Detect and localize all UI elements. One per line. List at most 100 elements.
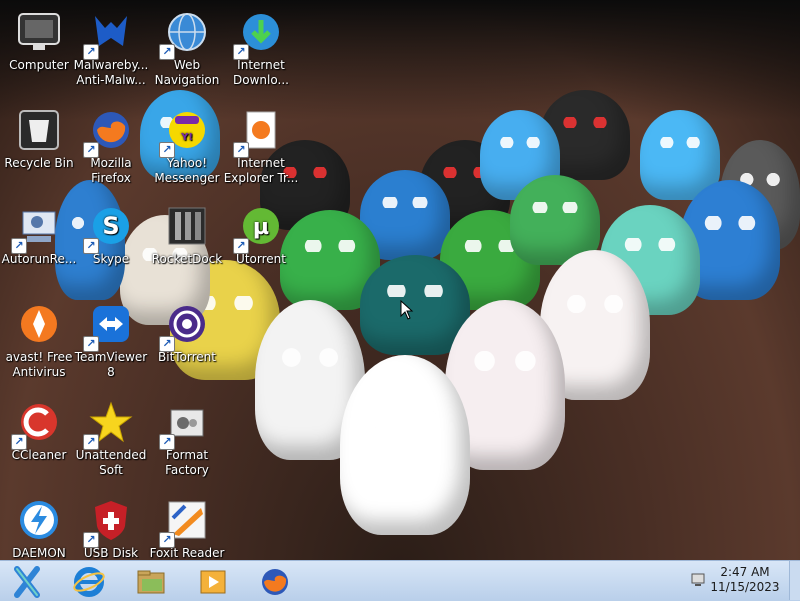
daemon-tools-icon (17, 498, 61, 542)
file-explorer-icon (137, 570, 165, 594)
svg-text:µ: µ (253, 215, 269, 240)
internet-download-manager-icon: ↗ (233, 10, 283, 60)
rocketdock-icon (165, 204, 209, 248)
icon-label: Web Navigation (154, 58, 220, 87)
desktop-icon-internet-explorer-tracking[interactable]: ↗ Internet Explorer Tr... (222, 102, 300, 188)
shortcut-arrow-icon: ↗ (159, 142, 175, 158)
firefox-icon (262, 569, 288, 595)
desktop-icon-teamviewer[interactable]: ↗ TeamViewer 8 (72, 296, 150, 382)
desktop-icon-unattended-soft[interactable]: ↗ Unattended Soft (72, 394, 150, 480)
desktop-icon-rocketdock[interactable]: RocketDock (148, 198, 226, 284)
desktop-icon-ccleaner[interactable]: ↗ CCleaner (0, 394, 78, 480)
icon-label: RocketDock (151, 252, 223, 266)
network-icon[interactable] (690, 572, 706, 588)
teamviewer-icon: ↗ (83, 302, 133, 352)
desktop-wallpaper: Computer Recycle Bin ↗ AutorunRe... avas… (0, 0, 800, 560)
taskbar-file-explorer[interactable] (124, 563, 178, 599)
shortcut-arrow-icon: ↗ (83, 336, 99, 352)
icon-label: DAEMON (12, 546, 66, 560)
icon-label: Malwareby... Anti-Malw... (73, 58, 149, 87)
icon-label: Yahoo! Messenger (154, 156, 220, 185)
desktop-icon-daemon[interactable]: DAEMON (0, 492, 78, 560)
ccleaner-icon: ↗ (11, 400, 61, 450)
desktop-icon-internet-download[interactable]: ↗ Internet Downlo... (222, 4, 300, 90)
avast-icon (17, 302, 61, 346)
usb-disk-security-icon: ↗ (83, 498, 133, 548)
clock-time: 2:47 AM (720, 565, 770, 579)
desktop-icon-web-navigation[interactable]: ↗ Web Navigation (148, 4, 226, 90)
svg-text:S: S (102, 212, 119, 240)
yahoo-messenger-icon: Y! ↗ (159, 108, 209, 158)
icon-label: CCleaner (11, 448, 67, 462)
desktop-icon-bittorrent[interactable]: ↗ BitTorrent (148, 296, 226, 382)
taskbar-internet-explorer[interactable] (62, 563, 116, 599)
wallpaper-droid (340, 355, 470, 535)
icon-label: avast! Free Antivirus (5, 350, 73, 379)
desktop-icon-skype[interactable]: S ↗ Skype (72, 198, 150, 284)
desktop-icon-malwarebytes[interactable]: ↗ Malwareby... Anti-Malw... (72, 4, 150, 90)
desktop-icon-utorrent[interactable]: µ ↗ Utorrent (222, 198, 300, 284)
star-icon: ↗ (83, 400, 133, 450)
start-x-icon (14, 566, 40, 598)
icon-label: Utorrent (236, 252, 286, 266)
internet-explorer-tracking-icon: ↗ (233, 108, 283, 158)
icon-label: Recycle Bin (4, 156, 74, 170)
icon-label: Computer (9, 58, 69, 72)
shortcut-arrow-icon: ↗ (233, 142, 249, 158)
autorun-icon: ↗ (11, 204, 61, 254)
shortcut-arrow-icon: ↗ (233, 238, 249, 254)
computer-icon (17, 10, 61, 54)
malwarebytes-icon: ↗ (83, 10, 133, 60)
shortcut-arrow-icon: ↗ (83, 434, 99, 450)
shortcut-arrow-icon: ↗ (159, 532, 175, 548)
mouse-cursor-icon (400, 300, 414, 320)
clock[interactable]: 2:47 AM 11/15/2023 (710, 565, 780, 595)
recycle-bin-icon (17, 108, 61, 152)
clock-date: 11/15/2023 (710, 580, 780, 594)
shortcut-arrow-icon: ↗ (11, 238, 27, 254)
desktop-icon-autorun[interactable]: ↗ AutorunRe... (0, 198, 78, 284)
taskbar: 2:47 AM 11/15/2023 (0, 560, 800, 601)
desktop-icon-format-factory[interactable]: ↗ Format Factory (148, 394, 226, 480)
desktop-icon-yahoo-messenger[interactable]: Y! ↗ Yahoo! Messenger (148, 102, 226, 188)
icon-label: AutorunRe... (1, 252, 77, 266)
icon-label: BitTorrent (158, 350, 216, 364)
skype-icon: S ↗ (83, 204, 133, 254)
icon-label: Skype (92, 252, 130, 266)
shortcut-arrow-icon: ↗ (83, 532, 99, 548)
media-player-icon (200, 570, 226, 594)
shortcut-arrow-icon: ↗ (159, 434, 175, 450)
format-factory-icon: ↗ (159, 400, 209, 450)
icon-label: Internet Downlo... (233, 58, 289, 87)
desktop-icon-usb-disk[interactable]: ↗ USB Disk (72, 492, 150, 560)
globe-icon: ↗ (159, 10, 209, 60)
foxit-reader-icon: ↗ (159, 498, 209, 548)
internet-explorer-icon (73, 567, 105, 597)
desktop-icon-avast[interactable]: avast! Free Antivirus (0, 296, 78, 382)
desktop-icon-recycle-bin[interactable]: Recycle Bin (0, 102, 78, 188)
shortcut-arrow-icon: ↗ (83, 44, 99, 60)
svg-text:Y!: Y! (180, 132, 193, 143)
desktop-icon-firefox[interactable]: ↗ Mozilla Firefox (72, 102, 150, 188)
icon-label: Unattended Soft (75, 448, 147, 477)
icon-label: TeamViewer 8 (74, 350, 148, 379)
icon-label: USB Disk (83, 546, 139, 560)
icon-label: Format Factory (165, 448, 209, 477)
shortcut-arrow-icon: ↗ (233, 44, 249, 60)
taskbar-media-player[interactable] (186, 563, 240, 599)
icon-label: Internet Explorer Tr... (223, 156, 299, 185)
taskbar-firefox[interactable] (248, 563, 302, 599)
shortcut-arrow-icon: ↗ (159, 44, 175, 60)
start-button[interactable] (0, 563, 54, 599)
shortcut-arrow-icon: ↗ (83, 238, 99, 254)
show-desktop-button[interactable] (789, 561, 800, 600)
icon-label: Mozilla Firefox (90, 156, 132, 185)
shortcut-arrow-icon: ↗ (159, 336, 175, 352)
shortcut-arrow-icon: ↗ (11, 434, 27, 450)
icon-label: Foxit Reader (149, 546, 225, 560)
shortcut-arrow-icon: ↗ (83, 142, 99, 158)
firefox-icon: ↗ (83, 108, 133, 158)
bittorrent-icon: ↗ (159, 302, 209, 352)
desktop-icon-foxit-reader[interactable]: ↗ Foxit Reader (148, 492, 226, 560)
desktop-icon-computer[interactable]: Computer (0, 4, 78, 90)
